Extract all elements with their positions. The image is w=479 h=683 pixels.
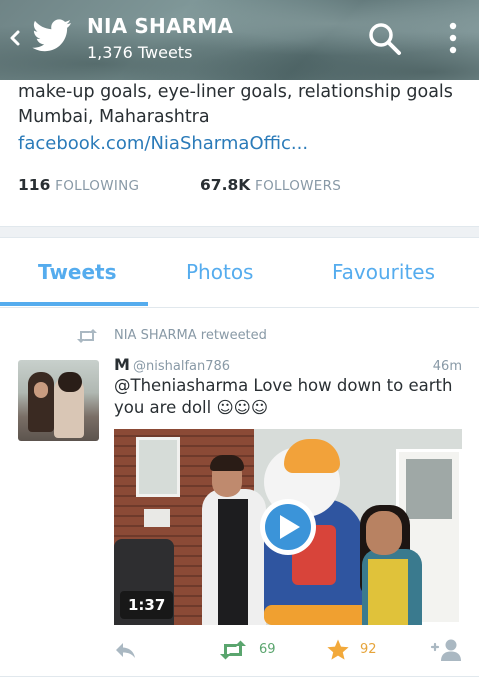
avatar-face-left — [34, 382, 48, 398]
more-vertical-icon[interactable] — [446, 20, 460, 56]
video-mascot-feet — [264, 605, 374, 625]
search-icon[interactable] — [368, 22, 402, 56]
video-person-woman-saree — [368, 559, 408, 625]
video-person-woman-head — [366, 511, 402, 555]
favourite-count: 92 — [360, 642, 377, 657]
profile-header: NIA SHARMA 1,376 Tweets — [0, 0, 479, 80]
profile-link[interactable]: facebook.com/NiaSharmaOffic... — [18, 131, 308, 157]
video-bg-window — [136, 437, 180, 497]
tweet-count: 1,376 Tweets — [87, 43, 193, 62]
twitter-bird-icon[interactable] — [32, 19, 72, 53]
followers-label: FOLLOWERS — [255, 178, 342, 194]
tweet-author-handle[interactable]: @nishalfan786 — [133, 359, 230, 374]
tweet-text: @Theniasharma Love how down to earth you… — [114, 376, 453, 417]
following-label: FOLLOWING — [55, 178, 140, 194]
reply-icon[interactable] — [114, 640, 138, 660]
avatar-figure-left — [28, 372, 54, 432]
play-icon[interactable] — [260, 499, 316, 555]
profile-location: Mumbai, Maharashtra — [18, 107, 210, 127]
video-duration: 1:37 — [120, 591, 174, 619]
tab-tweets[interactable]: Tweets — [38, 260, 117, 284]
following-count: 116 — [18, 176, 51, 194]
follow-user-icon[interactable] — [430, 638, 464, 662]
video-person-man-hair — [210, 455, 244, 471]
tweet-divider — [0, 676, 479, 677]
profile-tabs: Tweets Photos Favourites — [0, 238, 479, 308]
active-tab-indicator — [0, 302, 148, 306]
play-button-inner — [265, 504, 311, 550]
tweet-author-name[interactable]: M — [114, 355, 130, 374]
tweet-video[interactable]: 1:37 — [114, 429, 462, 625]
video-bg-door-window — [406, 459, 452, 519]
tweet-actions: 69 92 — [114, 636, 466, 664]
star-icon[interactable] — [326, 638, 350, 662]
section-divider — [0, 226, 479, 238]
tweet-timestamp: 46m — [432, 359, 462, 374]
page-title: NIA SHARMA — [87, 14, 234, 38]
retweet-count: 69 — [259, 642, 276, 657]
chevron-left-icon[interactable] — [6, 24, 24, 52]
retweeted-by-label: NIA SHARMA retweeted — [114, 328, 267, 343]
profile-bio: make-up goals, eye-liner goals, relation… — [18, 82, 453, 102]
avatar[interactable] — [18, 360, 99, 441]
followers-stat[interactable]: 67.8K FOLLOWERS — [200, 176, 341, 194]
video-person-man-shirt — [218, 499, 248, 625]
following-stat[interactable]: 116 FOLLOWING — [18, 176, 139, 194]
followers-count: 67.8K — [200, 176, 251, 194]
video-bg-sign — [144, 509, 170, 527]
play-triangle — [280, 515, 300, 539]
retweet-icon[interactable] — [218, 640, 248, 660]
tab-favourites[interactable]: Favourites — [332, 260, 435, 284]
avatar-hair-right — [58, 372, 82, 392]
tab-photos[interactable]: Photos — [186, 260, 253, 284]
retweet-icon — [77, 329, 97, 343]
